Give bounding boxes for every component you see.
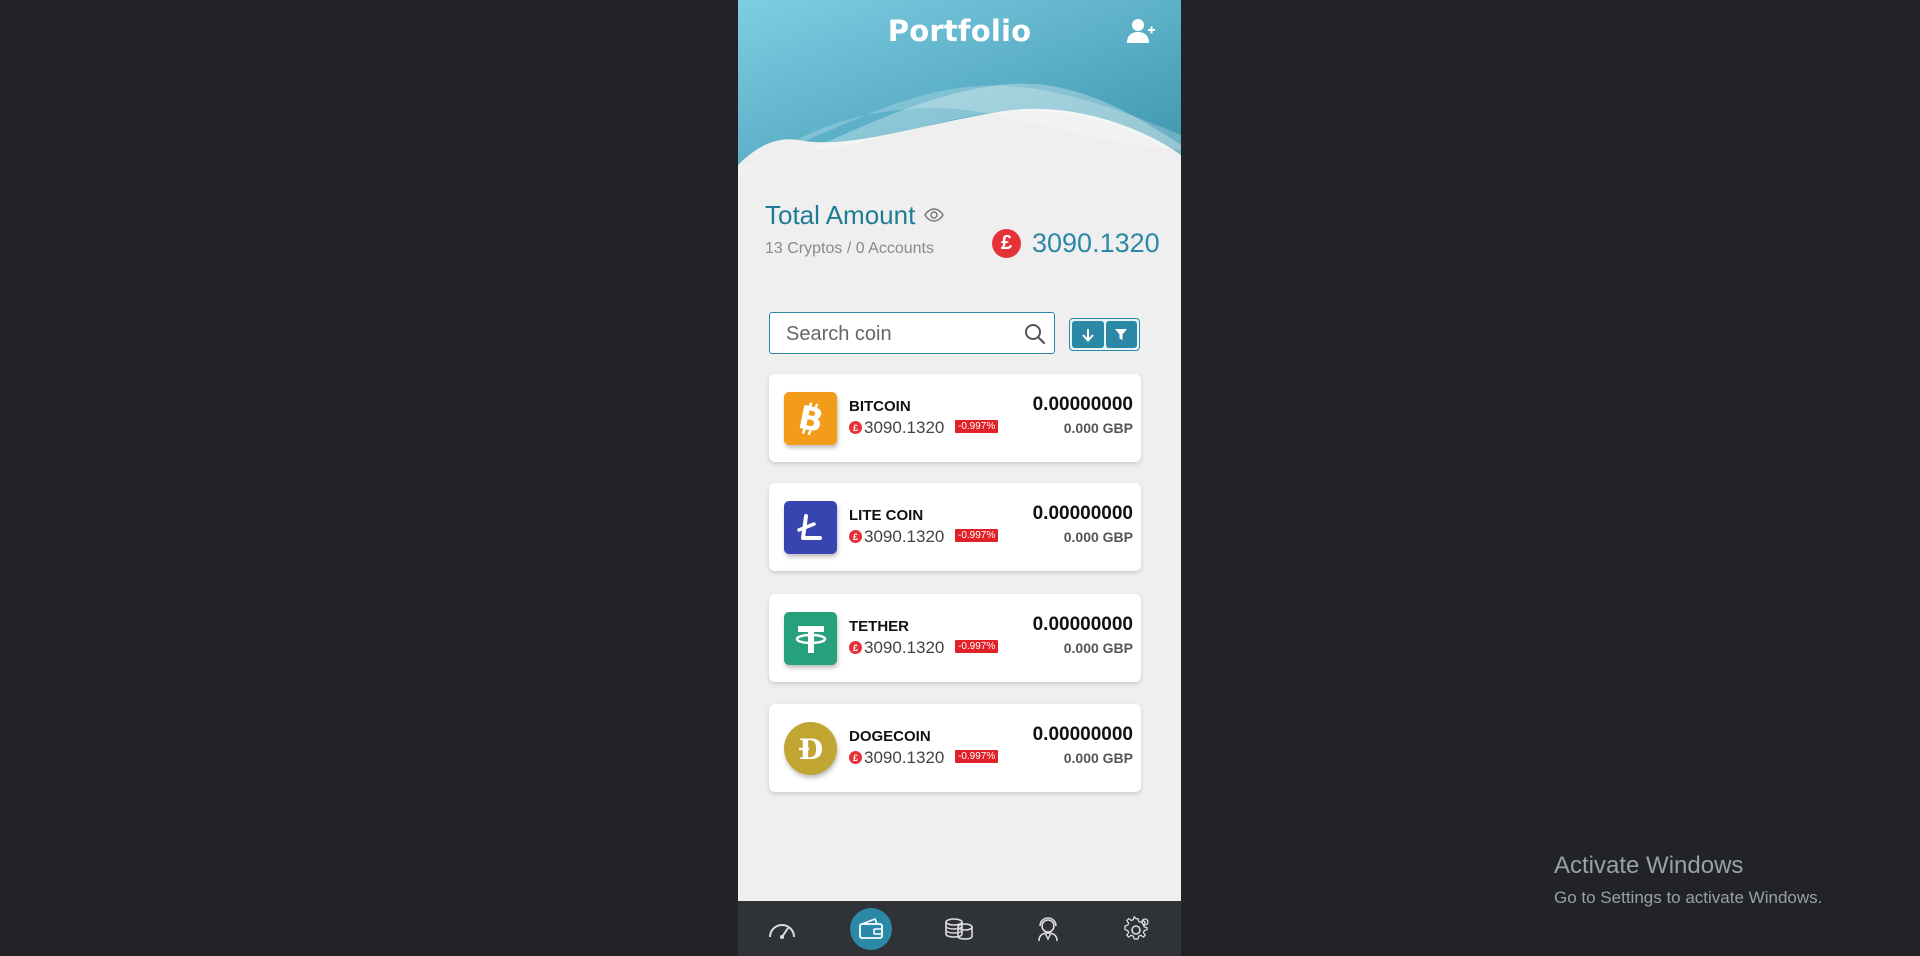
coin-price: 3090.1320 [864,638,945,657]
coin-name: BITCOIN [849,398,911,415]
search-box [769,312,1055,354]
watermark-title: Activate Windows [1554,852,1744,879]
page-title: Portfolio [887,14,1032,48]
pound-icon: £ [849,530,862,543]
coin-price: 3090.1320 [864,527,945,546]
coin-card-tether[interactable]: TETHER £ 3090.1320 -0.997% 0.00000000 0.… [769,594,1141,682]
coin-amount: 0.00000000 [1032,724,1133,745]
currency-badge: £ [992,229,1021,258]
pound-icon: £ [849,751,862,764]
sort-filter-group [1069,318,1140,351]
coin-amount: 0.00000000 [1032,614,1133,635]
filter-icon [1115,329,1128,340]
filter-button[interactable] [1105,321,1137,348]
bottom-nav [738,901,1181,956]
coin-fiat-value: 0.000 GBP [1063,750,1133,766]
eye-icon[interactable] [924,207,944,223]
bitcoin-icon: B [784,392,837,445]
search-input[interactable] [784,319,1013,349]
coin-name: DOGECOIN [849,728,931,745]
coin-card-dogecoin[interactable]: D DOGECOIN £ 3090.1320 -0.997% 0.0000000… [769,704,1141,792]
nav-coins[interactable] [938,908,980,950]
nav-support[interactable] [1027,908,1069,950]
coin-amount: 0.00000000 [1032,394,1133,415]
coin-name: LITE COIN [849,507,924,524]
litecoin-icon [784,501,837,554]
app-screen: Portfolio Total Amount 13 Cryptos / 0 Ac… [738,0,1181,956]
coin-fiat-value: 0.000 GBP [1063,420,1133,436]
coin-card-litecoin[interactable]: LITE COIN £ 3090.1320 -0.997% 0.00000000… [769,483,1141,571]
coin-change-badge: -0.997% [955,750,999,763]
tether-icon [784,612,837,665]
coin-fiat-value: 0.000 GBP [1063,529,1133,545]
coin-price: 3090.1320 [864,748,945,767]
coin-price: 3090.1320 [864,418,945,437]
coin-fiat-value: 0.000 GBP [1063,640,1133,656]
nav-wallet[interactable] [849,907,892,950]
watermark-subtitle: Go to Settings to activate Windows. [1554,888,1823,907]
pound-icon: £ [849,421,862,434]
coin-change-badge: -0.997% [955,420,999,433]
support-agent-icon [1038,916,1058,941]
gear-icon [1124,915,1149,940]
nav-dashboard[interactable] [761,908,803,950]
coin-change-badge: -0.997% [955,640,999,653]
coin-name: TETHER [849,618,909,635]
coins-stack-icon [945,917,974,940]
coin-change-badge: -0.997% [955,529,999,542]
windows-activation-watermark: Activate Windows Go to Settings to activ… [1554,852,1822,908]
arrow-down-icon [1082,328,1094,342]
coin-amount: 0.00000000 [1032,503,1133,524]
wallet-icon [858,917,883,939]
coin-card-bitcoin[interactable]: B BITCOIN £ 3090.1320 -0.997% 0.00000000… [769,374,1141,462]
search-icon[interactable] [1024,323,1046,345]
total-amount-label: Total Amount [765,200,916,230]
dogecoin-icon: D [784,722,837,775]
total-amount-value: 3090.1320 [1032,228,1160,258]
speedometer-icon [769,923,796,939]
header: Portfolio [738,0,1181,185]
total-amount-subtitle: 13 Cryptos / 0 Accounts [765,240,934,257]
add-user-icon[interactable] [1126,16,1156,46]
sort-button[interactable] [1072,321,1104,348]
pound-icon: £ [849,641,862,654]
nav-settings[interactable] [1116,908,1158,950]
